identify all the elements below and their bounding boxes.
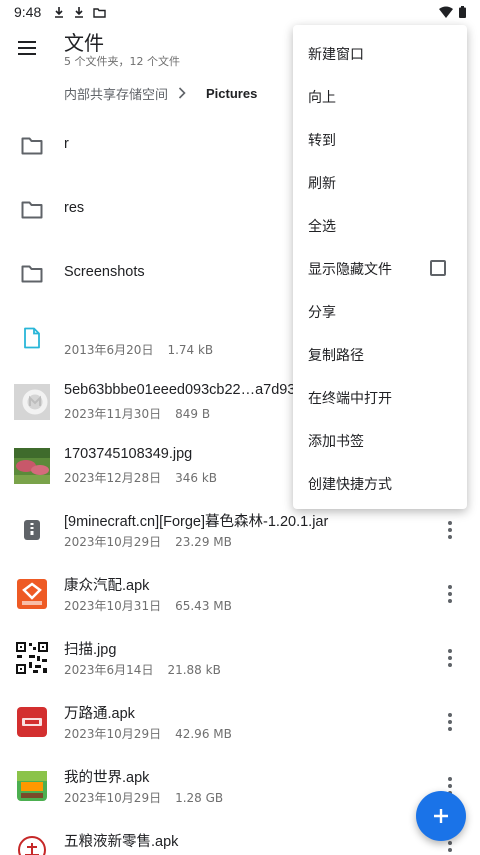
breadcrumb-item-storage[interactable]: 内部共享存储空间 bbox=[64, 84, 168, 103]
menu-item-share[interactable]: 分享 bbox=[293, 290, 467, 333]
file-size: 1.28 GB bbox=[175, 791, 224, 805]
file-name: r bbox=[64, 136, 69, 152]
hamburger-icon-line bbox=[18, 53, 36, 55]
folder-summary: 5 个文件夹，12 个文件 bbox=[64, 55, 180, 68]
file-size: 1.74 kB bbox=[167, 343, 214, 357]
status-system-icons bbox=[439, 6, 466, 18]
app-title: 文件 bbox=[64, 33, 104, 55]
file-meta: 2023年10月29日 42.96 MB bbox=[64, 725, 232, 742]
file-name: 五粮液新零售.apk bbox=[64, 834, 179, 850]
chevron-right-icon bbox=[178, 87, 186, 99]
menu-item-refresh[interactable]: 刷新 bbox=[293, 161, 467, 204]
more-options-icon[interactable] bbox=[438, 710, 462, 734]
file-meta: 2023年12月28日 346 kB bbox=[64, 469, 217, 486]
file-name: 康众汽配.apk bbox=[64, 578, 150, 594]
archive-icon bbox=[14, 512, 50, 548]
menu-item-add-bookmark[interactable]: 添加书签 bbox=[293, 419, 467, 462]
file-name: res bbox=[64, 200, 85, 216]
file-name: 5eb63bbbe01eeed093cb22…a7d932 bbox=[64, 382, 304, 398]
image-thumbnail bbox=[14, 384, 50, 420]
breadcrumb-item-current[interactable]: Pictures bbox=[206, 86, 257, 101]
file-date: 2023年10月29日 bbox=[64, 535, 162, 549]
folder-icon bbox=[14, 192, 50, 228]
list-item[interactable]: 万路通.apk 2023年10月29日 42.96 MB bbox=[0, 690, 480, 754]
menu-item-new-window[interactable]: 新建窗口 bbox=[293, 32, 467, 75]
file-name: 我的世界.apk bbox=[64, 770, 150, 786]
folder-icon bbox=[14, 256, 50, 292]
document-icon bbox=[14, 320, 50, 356]
file-date: 2023年10月29日 bbox=[64, 727, 162, 741]
overflow-menu: 新建窗口 向上 转到 刷新 全选 显示隐藏文件 分享 复制路径 在终端中打开 添… bbox=[293, 25, 467, 509]
file-name: Screenshots bbox=[64, 264, 145, 280]
add-button[interactable] bbox=[416, 791, 466, 841]
list-item[interactable]: 五粮液新零售.apk bbox=[0, 818, 480, 855]
apk-icon bbox=[14, 768, 50, 804]
file-name: 1703745108349.jpg bbox=[64, 446, 193, 462]
apk-icon bbox=[14, 576, 50, 612]
file-meta: 2023年10月29日 23.29 MB bbox=[64, 533, 232, 550]
list-item[interactable]: 康众汽配.apk 2023年10月31日 65.43 MB bbox=[0, 562, 480, 626]
file-date: 2023年11月30日 bbox=[64, 407, 162, 421]
file-meta: 2023年10月31日 65.43 MB bbox=[64, 597, 232, 614]
status-time: 9:48 bbox=[14, 4, 42, 20]
download-icon bbox=[75, 7, 84, 18]
image-thumbnail bbox=[14, 448, 50, 484]
battery-icon bbox=[459, 6, 466, 18]
file-size: 21.88 kB bbox=[167, 663, 221, 677]
show-hidden-checkbox[interactable] bbox=[430, 260, 446, 276]
status-notification-icons bbox=[53, 6, 106, 18]
file-size: 23.29 MB bbox=[175, 535, 232, 549]
file-date: 2023年12月28日 bbox=[64, 471, 162, 485]
folder-icon bbox=[93, 7, 106, 18]
menu-item-select-all[interactable]: 全选 bbox=[293, 204, 467, 247]
file-size: 65.43 MB bbox=[175, 599, 232, 613]
file-meta: 2013年6月20日 1.74 kB bbox=[64, 341, 213, 358]
breadcrumb: 内部共享存储空间 Pictures bbox=[64, 82, 257, 104]
apk-icon bbox=[14, 832, 50, 855]
file-name: 万路通.apk bbox=[64, 706, 135, 722]
file-date: 2023年6月14日 bbox=[64, 663, 154, 677]
list-item[interactable]: 我的世界.apk 2023年10月29日 1.28 GB bbox=[0, 754, 480, 818]
folder-icon bbox=[14, 128, 50, 164]
hamburger-icon-line bbox=[18, 47, 36, 49]
menu-item-show-hidden[interactable]: 显示隐藏文件 bbox=[293, 247, 467, 290]
file-date: 2023年10月31日 bbox=[64, 599, 162, 613]
more-options-icon[interactable] bbox=[438, 518, 462, 542]
qr-code-thumbnail bbox=[14, 640, 50, 676]
file-size: 42.96 MB bbox=[175, 727, 232, 741]
file-name: [9minecraft.cn][Forge]暮色森林-1.20.1.jar bbox=[64, 514, 329, 530]
status-bar: 9:48 bbox=[0, 0, 480, 24]
file-size: 346 kB bbox=[175, 471, 217, 485]
menu-item-up[interactable]: 向上 bbox=[293, 75, 467, 118]
file-date: 2013年6月20日 bbox=[64, 343, 154, 357]
navigation-menu-button[interactable] bbox=[18, 36, 46, 60]
file-date: 2023年10月29日 bbox=[64, 791, 162, 805]
more-options-icon[interactable] bbox=[438, 582, 462, 606]
menu-item-copy-path[interactable]: 复制路径 bbox=[293, 333, 467, 376]
wifi-icon bbox=[439, 6, 453, 18]
menu-item-go-to[interactable]: 转到 bbox=[293, 118, 467, 161]
download-icon bbox=[55, 7, 64, 18]
plus-icon bbox=[434, 809, 448, 823]
file-meta: 2023年10月29日 1.28 GB bbox=[64, 789, 223, 806]
file-meta: 2023年6月14日 21.88 kB bbox=[64, 661, 221, 678]
file-meta: 2023年11月30日 849 B bbox=[64, 405, 210, 422]
list-item[interactable]: 扫描.jpg 2023年6月14日 21.88 kB bbox=[0, 626, 480, 690]
apk-icon bbox=[14, 704, 50, 740]
file-size: 849 B bbox=[175, 407, 211, 421]
file-name: 扫描.jpg bbox=[64, 642, 117, 658]
more-options-icon[interactable] bbox=[438, 646, 462, 670]
hamburger-icon bbox=[18, 41, 36, 43]
menu-item-create-shortcut[interactable]: 创建快捷方式 bbox=[293, 462, 467, 505]
menu-item-open-in-terminal[interactable]: 在终端中打开 bbox=[293, 376, 467, 419]
menu-item-label: 显示隐藏文件 bbox=[308, 261, 392, 278]
